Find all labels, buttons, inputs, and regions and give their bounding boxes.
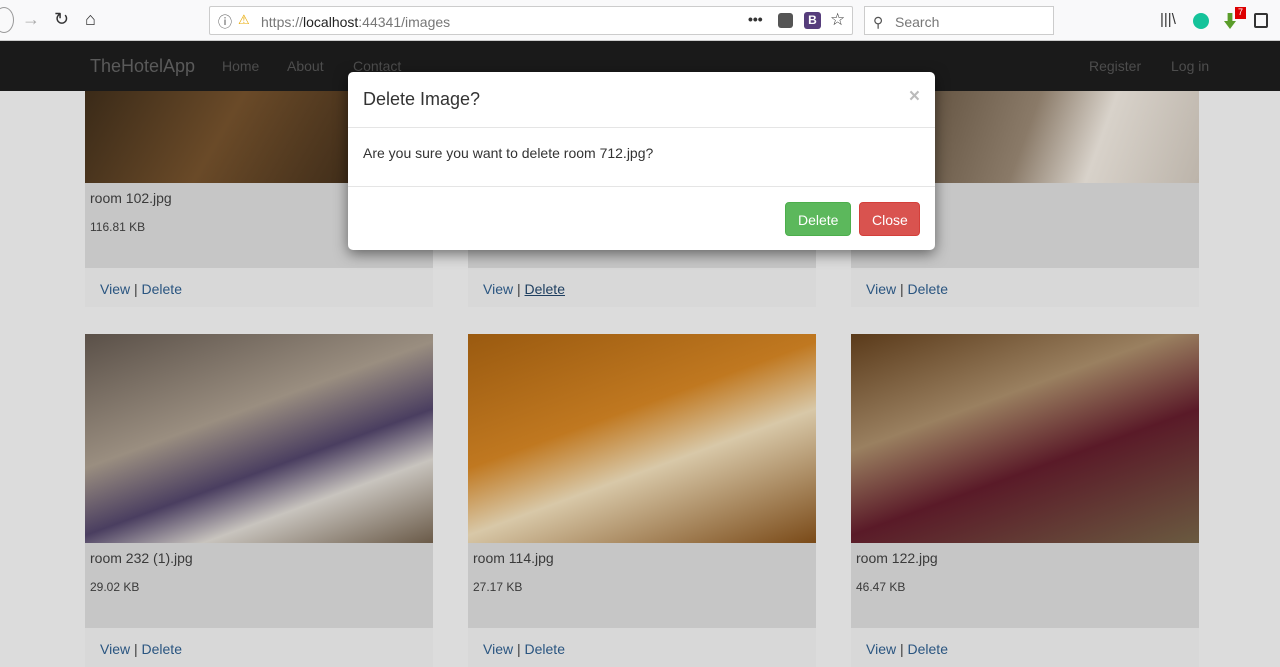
delete-link[interactable]: Delete [525, 641, 565, 657]
separator: | [899, 641, 904, 657]
separator: | [133, 281, 138, 297]
info-icon[interactable]: ⓘ [218, 12, 232, 32]
close-button[interactable]: Close [859, 202, 920, 236]
pocket-icon[interactable] [778, 13, 793, 28]
image-card: room 232 (1).jpg 29.02 KB View | Delete [85, 334, 433, 667]
separator: | [133, 641, 138, 657]
home-icon[interactable]: ⌂ [85, 9, 96, 30]
nav-about[interactable]: About [287, 58, 324, 74]
view-link[interactable]: View [866, 281, 896, 297]
nav-login[interactable]: Log in [1171, 58, 1209, 74]
delete-link[interactable]: Delete [908, 281, 948, 297]
view-link[interactable]: View [866, 641, 896, 657]
modal-body-text: Are you sure you want to delete room 712… [348, 128, 935, 187]
image-name: room 114.jpg [473, 550, 554, 566]
view-link[interactable]: View [483, 641, 513, 657]
lock-warning-icon[interactable]: ⚠ [238, 12, 250, 28]
image-card: room 122.jpg 46.47 KB View | Delete [851, 334, 1199, 667]
room-image[interactable] [851, 334, 1199, 543]
bookmark-star-icon[interactable]: ☆ [830, 10, 845, 30]
image-card: room 114.jpg 27.17 KB View | Delete [468, 334, 816, 667]
nav-register[interactable]: Register [1089, 58, 1141, 74]
separator: | [899, 281, 904, 297]
browser-toolbar: → ↻ ⌂ ⓘ ⚠ https://localhost:44341/images… [0, 0, 1280, 41]
search-icon: ⚲ [873, 14, 884, 30]
delete-link[interactable]: Delete [525, 281, 565, 297]
room-image[interactable] [85, 334, 433, 543]
sidebar-icon[interactable] [1254, 13, 1268, 28]
search-placeholder: Search [895, 14, 940, 30]
modal-title: Delete Image? [363, 89, 481, 109]
url-path: :44341/images [358, 14, 451, 30]
delete-image-modal: Delete Image? × Are you sure you want to… [348, 72, 935, 250]
forward-icon[interactable]: → [22, 9, 40, 30]
bootstrap-extension-icon[interactable]: B [804, 12, 821, 29]
url-prefix: https:// [261, 14, 304, 30]
view-link[interactable]: View [483, 281, 513, 297]
image-size: 27.17 KB [473, 580, 523, 594]
brand-link[interactable]: TheHotelApp [90, 56, 195, 77]
image-size: 46.47 KB [856, 580, 906, 594]
separator: | [516, 641, 521, 657]
back-button[interactable] [0, 7, 14, 33]
view-link[interactable]: View [100, 641, 130, 657]
library-icon[interactable]: |||\ [1160, 11, 1176, 28]
view-link[interactable]: View [100, 281, 130, 297]
image-name: room 122.jpg [856, 550, 938, 566]
image-size: 29.02 KB [90, 580, 140, 594]
delete-link[interactable]: Delete [142, 281, 182, 297]
image-name: room 232 (1).jpg [90, 550, 193, 566]
notification-badge: 7 [1235, 7, 1246, 19]
url-bar[interactable]: ⓘ ⚠ https://localhost:44341/images ••• B… [209, 6, 853, 35]
grammarly-icon[interactable] [1193, 13, 1209, 29]
more-icon[interactable]: ••• [748, 11, 763, 27]
delete-link[interactable]: Delete [908, 641, 948, 657]
delete-link[interactable]: Delete [142, 641, 182, 657]
separator: | [516, 281, 521, 297]
confirm-delete-button[interactable]: Delete [785, 202, 851, 236]
close-icon[interactable]: × [909, 86, 920, 108]
url-host: localhost [303, 14, 359, 30]
nav-home[interactable]: Home [222, 58, 259, 74]
search-box[interactable]: ⚲ Search [864, 6, 1054, 35]
room-image[interactable] [468, 334, 816, 543]
reload-icon[interactable]: ↻ [54, 9, 69, 30]
